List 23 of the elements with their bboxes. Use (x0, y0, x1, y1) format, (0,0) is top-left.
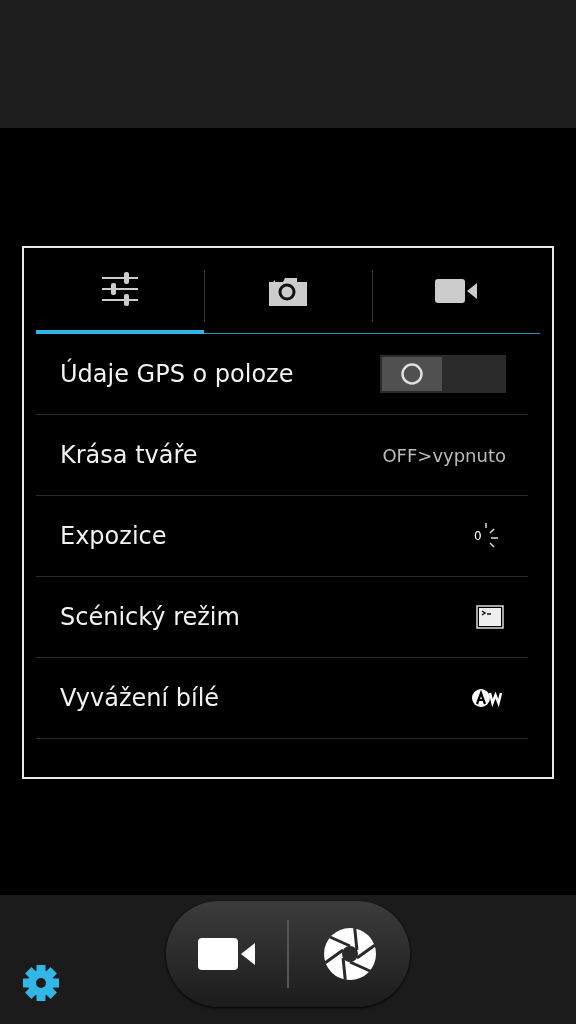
sliders-icon (102, 272, 138, 306)
setting-label: Expozice (60, 522, 167, 550)
settings-row[interactable]: Vyvážení bílé (36, 658, 528, 739)
settings-row[interactable]: Expozice 0 (36, 496, 528, 577)
settings-row[interactable]: Scénický režim (36, 577, 528, 658)
toggle-switch[interactable] (380, 355, 506, 393)
video-camera-icon (197, 938, 256, 970)
circle-icon (400, 362, 424, 386)
setting-label: Vyvážení bílé (60, 684, 220, 712)
setting-label: Scénický režim (60, 603, 240, 631)
settings-button[interactable] (22, 964, 60, 1002)
setting-value: OFF>vypnuto (382, 444, 506, 466)
camera-icon (269, 275, 307, 306)
setting-label: Údaje GPS o poloze (60, 360, 294, 388)
aperture-icon (322, 927, 377, 981)
settings-row[interactable]: Krása tváře OFF>vypnuto (36, 415, 528, 496)
settings-icon (22, 964, 60, 1002)
settings-row[interactable]: Údaje GPS o poloze (36, 334, 528, 415)
exposure-value: 0 (474, 529, 482, 543)
aw-mode-icon (472, 688, 504, 708)
video-camera-icon (435, 278, 477, 303)
scene-mode-icon (476, 605, 504, 629)
setting-label: Krása tváře (60, 441, 198, 469)
